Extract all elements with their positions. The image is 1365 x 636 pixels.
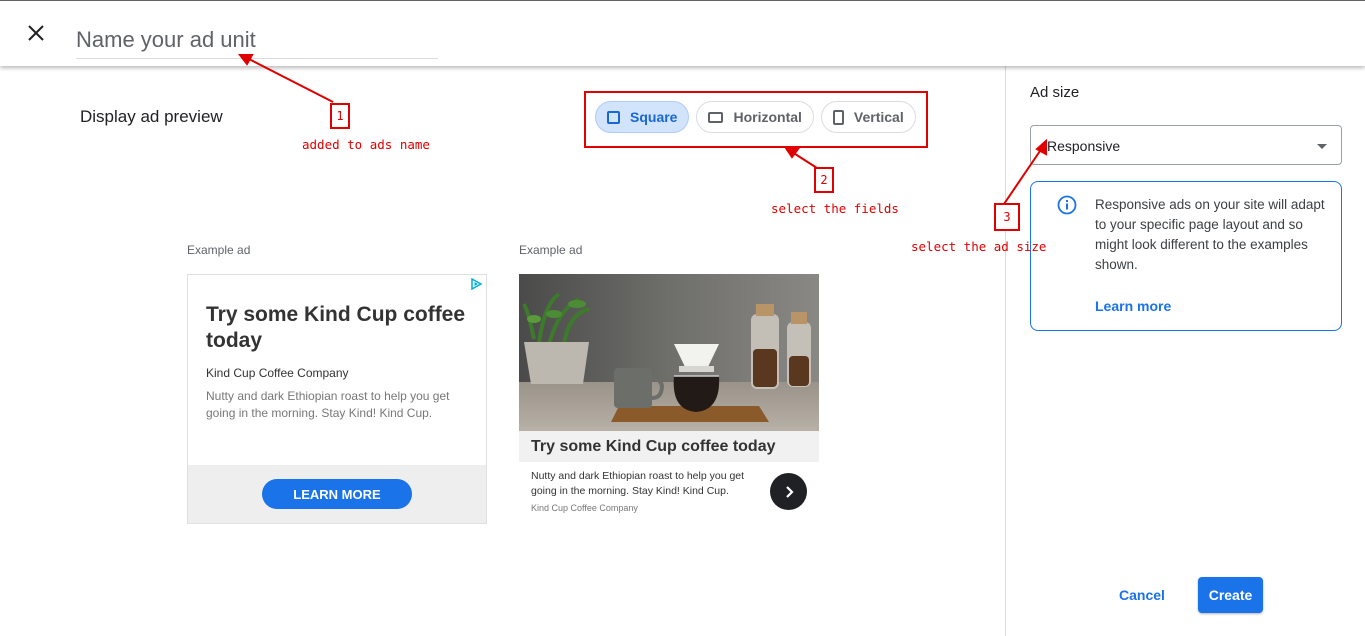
- annotation-2-number: 2: [814, 167, 834, 193]
- cancel-button[interactable]: Cancel: [1102, 577, 1182, 613]
- ad-headline: Try some Kind Cup coffee today: [206, 303, 466, 352]
- responsive-info-box: Responsive ads on your site will adapt t…: [1030, 181, 1342, 331]
- annotation-1-number: 1: [330, 103, 350, 129]
- ad-footer: LEARN MORE: [188, 465, 486, 523]
- adchoices-icon[interactable]: [470, 277, 483, 291]
- coffee-photo: [519, 274, 819, 431]
- ad-description: Nutty and dark Ethiopian roast to help y…: [206, 389, 450, 420]
- top-bar: [0, 0, 1365, 66]
- info-text: Responsive ads on your site will adapt t…: [1095, 197, 1325, 272]
- learn-more-button[interactable]: LEARN MORE: [262, 479, 412, 509]
- example-ad-label: Example ad: [187, 243, 251, 257]
- preview-title: Display ad preview: [80, 107, 223, 126]
- preview-panel: Display ad preview Square Horizontal Ver…: [0, 66, 1005, 636]
- ad-size-value: Responsive: [1047, 138, 1121, 154]
- ad-company: Kind Cup Coffee Company: [206, 366, 349, 380]
- ad-title-bar: Try some Kind Cup coffee today: [519, 431, 819, 462]
- example-ad-label: Example ad: [519, 243, 583, 257]
- close-icon[interactable]: [24, 21, 48, 45]
- ad-headline: Try some Kind Cup coffee today: [531, 438, 776, 455]
- learn-more-link[interactable]: Learn more: [1095, 298, 1171, 314]
- text-ad-example: Try some Kind Cup coffee today Kind Cup …: [187, 274, 487, 524]
- annotation-1-text: added to ads name: [302, 137, 430, 152]
- ad-company: Kind Cup Coffee Company: [531, 503, 638, 513]
- annotation-3-number: 3: [994, 203, 1020, 231]
- ad-description: Nutty and dark Ethiopian roast to help y…: [531, 470, 745, 497]
- annotation-3-text: select the ad size: [911, 239, 1047, 254]
- annotation-fields-box: [584, 91, 928, 148]
- ad-size-select[interactable]: Responsive: [1030, 125, 1342, 165]
- ad-unit-name-input[interactable]: [76, 21, 438, 59]
- image-ad-example: Try some Kind Cup coffee today Nutty and…: [519, 274, 819, 524]
- chevron-right-icon[interactable]: [770, 473, 807, 510]
- annotation-2-text: select the fields: [771, 201, 899, 216]
- create-button[interactable]: Create: [1198, 577, 1263, 613]
- ad-size-label: Ad size: [1030, 84, 1080, 101]
- ad-size-panel: Ad size Responsive Responsive ads on you…: [1006, 66, 1365, 636]
- dropdown-arrow-icon: [1317, 144, 1327, 149]
- info-icon: [1057, 195, 1077, 215]
